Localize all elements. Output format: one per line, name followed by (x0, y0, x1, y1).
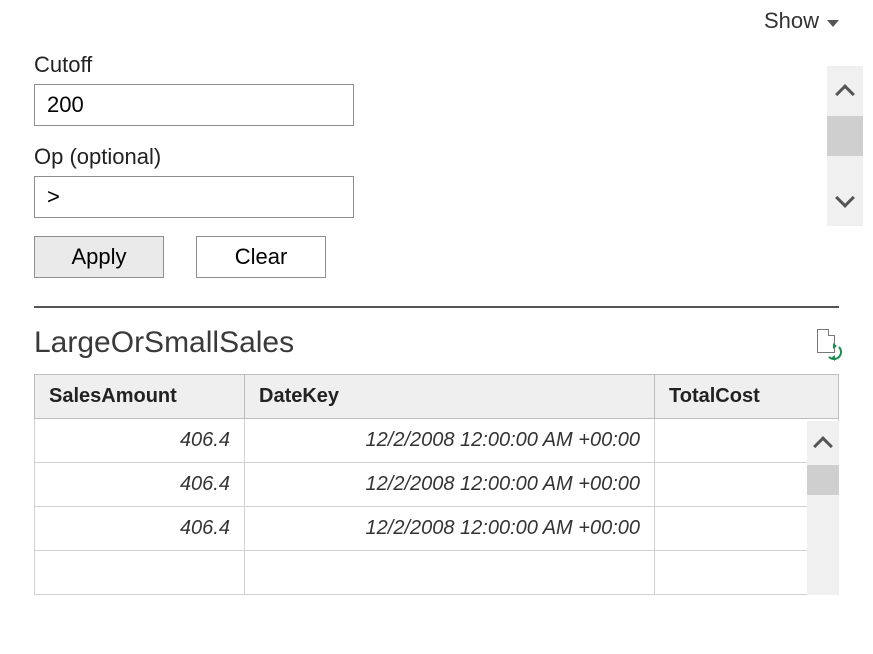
caret-down-icon (827, 20, 839, 27)
cell-datekey: 12/2/2008 12:00:00 AM +00:00 (245, 507, 655, 551)
chevron-up-icon (835, 84, 855, 104)
table-scrollbar-thumb[interactable] (807, 465, 839, 495)
params-scrollbar[interactable] (827, 66, 863, 226)
table-scrollbar[interactable] (807, 421, 839, 595)
show-button[interactable]: Show (764, 8, 839, 34)
refresh-icon[interactable] (815, 329, 839, 357)
col-totalcost[interactable]: TotalCost (655, 375, 839, 419)
show-label: Show (764, 8, 819, 34)
chevron-up-icon (813, 436, 833, 456)
cell-salesamount (35, 551, 245, 595)
cutoff-label: Cutoff (34, 52, 839, 78)
table-row[interactable] (35, 551, 839, 595)
apply-button[interactable]: Apply (34, 236, 164, 278)
cell-salesamount: 406.4 (35, 507, 245, 551)
col-salesamount[interactable]: SalesAmount (35, 375, 245, 419)
cell-salesamount: 406.4 (35, 419, 245, 463)
scrollbar-thumb[interactable] (827, 116, 863, 156)
cell-datekey (245, 551, 655, 595)
cell-datekey: 12/2/2008 12:00:00 AM +00:00 (245, 463, 655, 507)
table-scrollbar-track[interactable] (807, 465, 839, 595)
cell-salesamount: 406.4 (35, 463, 245, 507)
col-datekey[interactable]: DateKey (245, 375, 655, 419)
scrollbar-track[interactable] (827, 116, 863, 176)
scroll-down-button[interactable] (827, 176, 863, 226)
op-input[interactable] (34, 176, 354, 218)
scroll-up-button[interactable] (827, 66, 863, 116)
results-table: SalesAmount DateKey TotalCost 406.4 12/2… (34, 374, 839, 595)
chevron-down-icon (835, 188, 855, 208)
table-header-row: SalesAmount DateKey TotalCost (35, 375, 839, 419)
cutoff-input[interactable] (34, 84, 354, 126)
table-scroll-up-button[interactable] (807, 421, 839, 465)
result-title: LargeOrSmallSales (34, 326, 294, 360)
cell-datekey: 12/2/2008 12:00:00 AM +00:00 (245, 419, 655, 463)
table-row[interactable]: 406.4 12/2/2008 12:00:00 AM +00:00 2 (35, 463, 839, 507)
op-label: Op (optional) (34, 144, 839, 170)
clear-button[interactable]: Clear (196, 236, 326, 278)
table-row[interactable]: 406.4 12/2/2008 12:00:00 AM +00:00 2 (35, 419, 839, 463)
table-row[interactable]: 406.4 12/2/2008 12:00:00 AM +00:00 2 (35, 507, 839, 551)
